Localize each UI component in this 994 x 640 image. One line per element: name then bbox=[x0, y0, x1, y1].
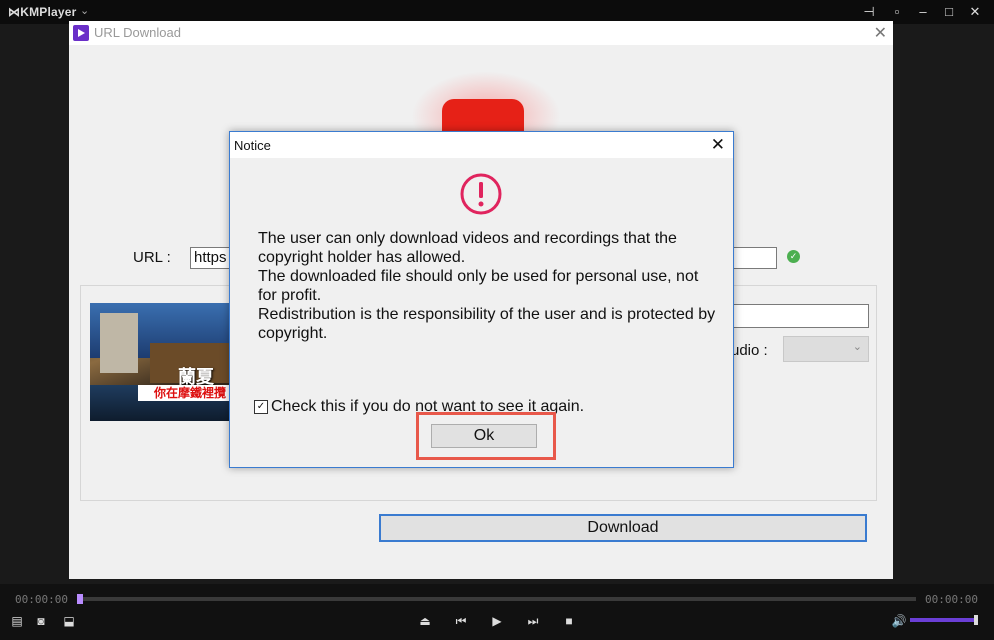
time-total: 00:00:00 bbox=[925, 593, 978, 606]
app-logo[interactable]: ⋈KMPlayer bbox=[8, 5, 77, 19]
3d-icon[interactable]: ⬓ bbox=[60, 613, 78, 629]
vr-icon[interactable]: ◙ bbox=[32, 613, 50, 629]
audio-label: udio : bbox=[731, 342, 768, 359]
notice-line-1: The user can only download videos and re… bbox=[258, 230, 677, 266]
eject-icon[interactable]: ⏏ bbox=[416, 613, 434, 629]
video-thumbnail: 蘭夏 你在摩鐵裡攬 bbox=[90, 303, 242, 421]
notice-titlebar: Notice ✕ bbox=[230, 132, 733, 158]
stop-icon[interactable]: ■ bbox=[560, 613, 578, 629]
app-logo-icon: ⋈ bbox=[8, 5, 21, 19]
volume-slider[interactable] bbox=[910, 618, 978, 622]
notice-message: The user can only download videos and re… bbox=[258, 229, 718, 343]
volume-handle[interactable] bbox=[974, 615, 978, 625]
notice-line-3: Redistribution is the responsibility of … bbox=[258, 306, 716, 342]
pin-icon[interactable]: ⊣ bbox=[858, 3, 880, 21]
ok-button[interactable]: Ok bbox=[431, 424, 537, 448]
exclamation-circle-icon bbox=[460, 173, 502, 215]
volume-icon[interactable]: 🔊 bbox=[890, 613, 908, 629]
notice-dialog: Notice ✕ The user can only download vide… bbox=[229, 131, 734, 468]
minimize-mini-icon[interactable]: ▫ bbox=[886, 3, 908, 21]
dont-show-checkbox[interactable]: ✓ bbox=[254, 400, 268, 414]
previous-icon[interactable]: ⏮ bbox=[452, 613, 470, 629]
url-download-close-icon[interactable]: ✕ bbox=[874, 23, 887, 43]
chevron-down-icon: ⌄ bbox=[852, 341, 862, 353]
url-label: URL : bbox=[133, 249, 171, 266]
window-close-icon[interactable]: ✕ bbox=[964, 3, 986, 21]
next-icon[interactable]: ⏭ bbox=[524, 613, 542, 629]
playlist-icon[interactable]: ▤ bbox=[8, 613, 26, 629]
seek-handle[interactable] bbox=[77, 594, 83, 604]
url-download-titlebar: URL Download ✕ bbox=[69, 21, 893, 45]
time-elapsed: 00:00:00 bbox=[15, 593, 68, 606]
video-title-field[interactable] bbox=[721, 304, 869, 328]
thumbnail-caption-subtitle: 你在摩鐵裡攬 bbox=[138, 385, 242, 401]
app-menu-chevron-icon[interactable]: ⌄ bbox=[80, 4, 89, 17]
seek-bar[interactable] bbox=[78, 597, 916, 601]
download-button[interactable]: Download bbox=[379, 514, 867, 542]
check-circle-icon: ✓ bbox=[787, 250, 800, 263]
notice-title: Notice bbox=[234, 138, 271, 153]
play-icon[interactable]: ▶ bbox=[488, 613, 506, 629]
player-controls: 00:00:00 00:00:00 ▤ ◙ ⬓ ⏏ ⏮ ▶ ⏭ ■ 🔊 bbox=[0, 584, 994, 640]
url-download-title: URL Download bbox=[94, 25, 181, 40]
close-icon[interactable]: ✕ bbox=[711, 135, 725, 155]
audio-select[interactable]: ⌄ bbox=[783, 336, 869, 362]
minimize-icon[interactable]: – bbox=[912, 3, 934, 21]
kmplayer-window-icon bbox=[73, 25, 89, 41]
app-name: KMPlayer bbox=[20, 5, 77, 19]
maximize-icon[interactable]: □ bbox=[938, 3, 960, 21]
notice-line-2: The downloaded file should only be used … bbox=[258, 268, 699, 304]
